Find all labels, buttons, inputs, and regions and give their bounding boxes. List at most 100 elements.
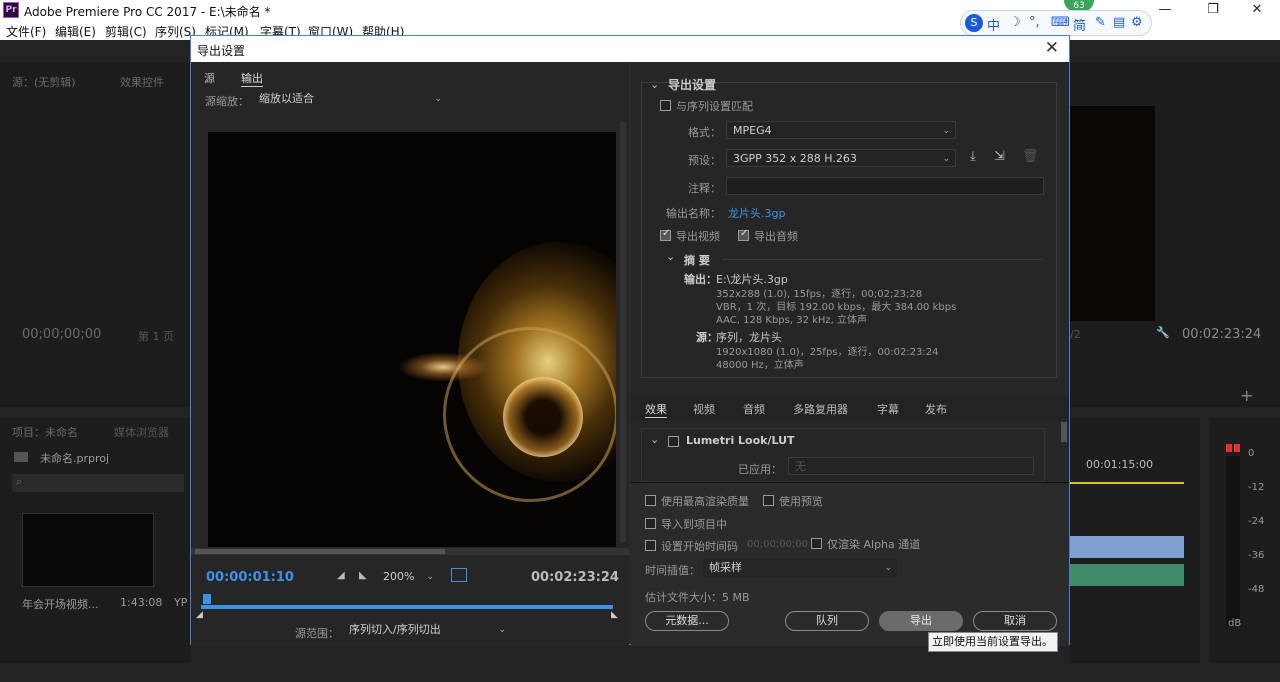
project-tab[interactable]: 项目：未命名 — [12, 424, 78, 440]
crop-icon[interactable] — [451, 568, 467, 582]
moon-icon[interactable]: ☽ — [1009, 15, 1021, 30]
source-range-dropdown[interactable]: 序列切入/序列切出 ⌄ — [343, 621, 511, 639]
close-icon[interactable]: ✕ — [1045, 38, 1059, 58]
video-clip[interactable] — [1070, 536, 1184, 558]
zoom-value: 200% — [383, 570, 415, 583]
meter-label: -48 — [1248, 584, 1265, 595]
lumetri-applied-dropdown[interactable]: 无 — [788, 457, 1034, 475]
chevron-down-icon: ⌄ — [942, 126, 950, 136]
cancel-button[interactable]: 取消 — [973, 611, 1057, 631]
source-tab[interactable]: 源：(无剪辑) — [12, 74, 76, 90]
lens-flare — [398, 352, 488, 382]
format-dropdown[interactable]: MPEG4 ⌄ — [726, 121, 956, 139]
punctuation-icon[interactable]: °, — [1029, 15, 1040, 30]
export-audio-checkbox[interactable] — [738, 228, 749, 241]
add-button-icon[interactable]: + — [1240, 386, 1253, 405]
queue-button[interactable]: 队列 — [785, 611, 869, 631]
ime-mode-toggle[interactable]: 简 — [1073, 15, 1086, 34]
effect-controls-tab[interactable]: 效果控件 — [120, 74, 164, 90]
match-sequence-checkbox[interactable] — [660, 100, 671, 111]
use-previews-label: 使用预览 — [779, 495, 823, 508]
tab-video[interactable]: 视频 — [693, 401, 715, 417]
chevron-down-icon: ⌄ — [426, 572, 434, 582]
tab-publish[interactable]: 发布 — [925, 401, 947, 417]
work-area-bar — [1070, 482, 1184, 484]
skin-icon[interactable]: ✎ — [1095, 15, 1106, 30]
ime-lang-toggle[interactable]: 中 — [987, 15, 1000, 34]
start-timecode-input[interactable]: 00;00;00;00 — [747, 539, 808, 550]
playhead[interactable] — [203, 594, 211, 604]
menu-file[interactable]: 文件(F) — [6, 23, 46, 40]
interpolation-dropdown[interactable]: 帧采样 ⌄ — [703, 559, 897, 577]
media-browser-tab[interactable]: 媒体浏览器 — [114, 424, 169, 440]
preset-dropdown[interactable]: 3GPP 352 x 288 H.263 ⌄ — [726, 149, 956, 167]
video-preview — [208, 132, 616, 547]
wrench-icon[interactable]: 🔧 — [1156, 326, 1170, 339]
interpolation-value: 帧采样 — [709, 561, 742, 574]
import-project-checkbox[interactable] — [645, 518, 656, 529]
preview-hscroll[interactable] — [191, 548, 629, 555]
export-settings-dialog: 导出设置 ✕ 源 输出 源缩放： 缩放以适合 ⌄ 00:00:01:10 ◢ ◣… — [190, 35, 1070, 646]
zoom-dropdown[interactable]: 200% ⌄ — [377, 568, 439, 586]
keyboard-icon[interactable]: ⌨ — [1051, 15, 1070, 30]
meter-bars — [1226, 456, 1240, 626]
tab-output[interactable]: 输出 — [241, 70, 263, 87]
tab-audio[interactable]: 音频 — [743, 401, 765, 417]
source-scaling-dropdown[interactable]: 缩放以适合 ⌄ — [253, 90, 447, 108]
export-tooltip: 立即使用当前设置导出。 — [928, 632, 1058, 652]
summary-output-label: 输出： — [684, 273, 717, 286]
menu-clip[interactable]: 剪辑(C) — [105, 23, 147, 40]
settings-scrollbar[interactable] — [1061, 422, 1067, 442]
max-render-checkbox[interactable] — [645, 495, 656, 506]
tab-captions[interactable]: 字幕 — [877, 401, 899, 417]
lumetri-label: Lumetri Look/LUT — [686, 434, 795, 447]
use-previews-checkbox[interactable] — [763, 495, 774, 506]
summary-collapse-icon[interactable]: ⌄ — [666, 250, 675, 263]
out-point-icon[interactable]: ◣ — [611, 610, 618, 620]
import-preset-icon[interactable]: ⇲ — [994, 149, 1005, 164]
project-search-input[interactable]: ⌕ — [12, 474, 184, 492]
summary-heading: 摘 要 — [684, 254, 710, 267]
tab-source[interactable]: 源 — [204, 70, 215, 86]
lumetri-collapse-icon[interactable]: ⌄ — [650, 433, 659, 446]
delete-preset-icon[interactable]: 🗑 — [1022, 149, 1039, 164]
source-scaling-label: 源缩放： — [205, 95, 249, 108]
hscroll-thumb[interactable] — [195, 549, 445, 554]
maximize-button[interactable]: ❐ — [1190, 0, 1236, 20]
premiere-app-icon: Pr — [3, 2, 19, 18]
collapse-icon[interactable]: ⌄ — [650, 78, 659, 91]
export-button[interactable]: 导出 — [879, 611, 963, 631]
ime-toolbar[interactable]: S 中 ☽ °, ⌨ 简 ✎ ▤ ⚙ — [960, 10, 1152, 36]
gear-icon[interactable]: ⚙ — [1131, 15, 1143, 30]
tab-multiplexer[interactable]: 多路复用器 — [793, 401, 848, 417]
audio-clip[interactable] — [1070, 564, 1184, 586]
export-settings-heading: 导出设置 — [668, 78, 717, 92]
timeline-scrubber[interactable] — [201, 605, 613, 609]
meter-unit: dB — [1228, 618, 1242, 629]
window-title: Adobe Premiere Pro CC 2017 - E:\未命名 * — [24, 5, 271, 19]
preview-scrollbar[interactable] — [620, 122, 626, 542]
source-range-label: 源范围： — [295, 627, 339, 640]
mark-in-icon[interactable]: ◢ — [337, 570, 345, 581]
start-timecode-checkbox[interactable] — [645, 540, 656, 551]
output-name-link[interactable]: 龙片头.3gp — [728, 205, 785, 221]
metadata-button[interactable]: 元数据... — [645, 611, 729, 631]
program-timecode: 00:02:23:24 — [1182, 327, 1262, 342]
tab-effects[interactable]: 效果 — [645, 401, 667, 418]
meter-label: -12 — [1248, 482, 1265, 493]
in-point-icon[interactable]: ◢ — [196, 610, 203, 620]
chevron-down-icon: ⌄ — [498, 625, 506, 635]
clip-thumbnail[interactable] — [22, 513, 154, 587]
alpha-only-checkbox[interactable] — [811, 538, 822, 549]
close-window-button[interactable]: ✕ — [1234, 0, 1280, 20]
export-video-checkbox[interactable] — [660, 228, 671, 241]
total-duration: 00:02:23:24 — [531, 570, 619, 585]
comments-input[interactable] — [726, 177, 1044, 195]
save-preset-icon[interactable]: ⤓ — [970, 149, 976, 164]
clip-name: 年会开场视频... — [22, 598, 99, 611]
mark-out-icon[interactable]: ◣ — [359, 570, 367, 581]
toolbox-icon[interactable]: ▤ — [1113, 15, 1125, 30]
current-time[interactable]: 00:00:01:10 — [206, 570, 294, 585]
lumetri-checkbox[interactable] — [668, 436, 679, 447]
menu-edit[interactable]: 编辑(E) — [55, 23, 96, 40]
